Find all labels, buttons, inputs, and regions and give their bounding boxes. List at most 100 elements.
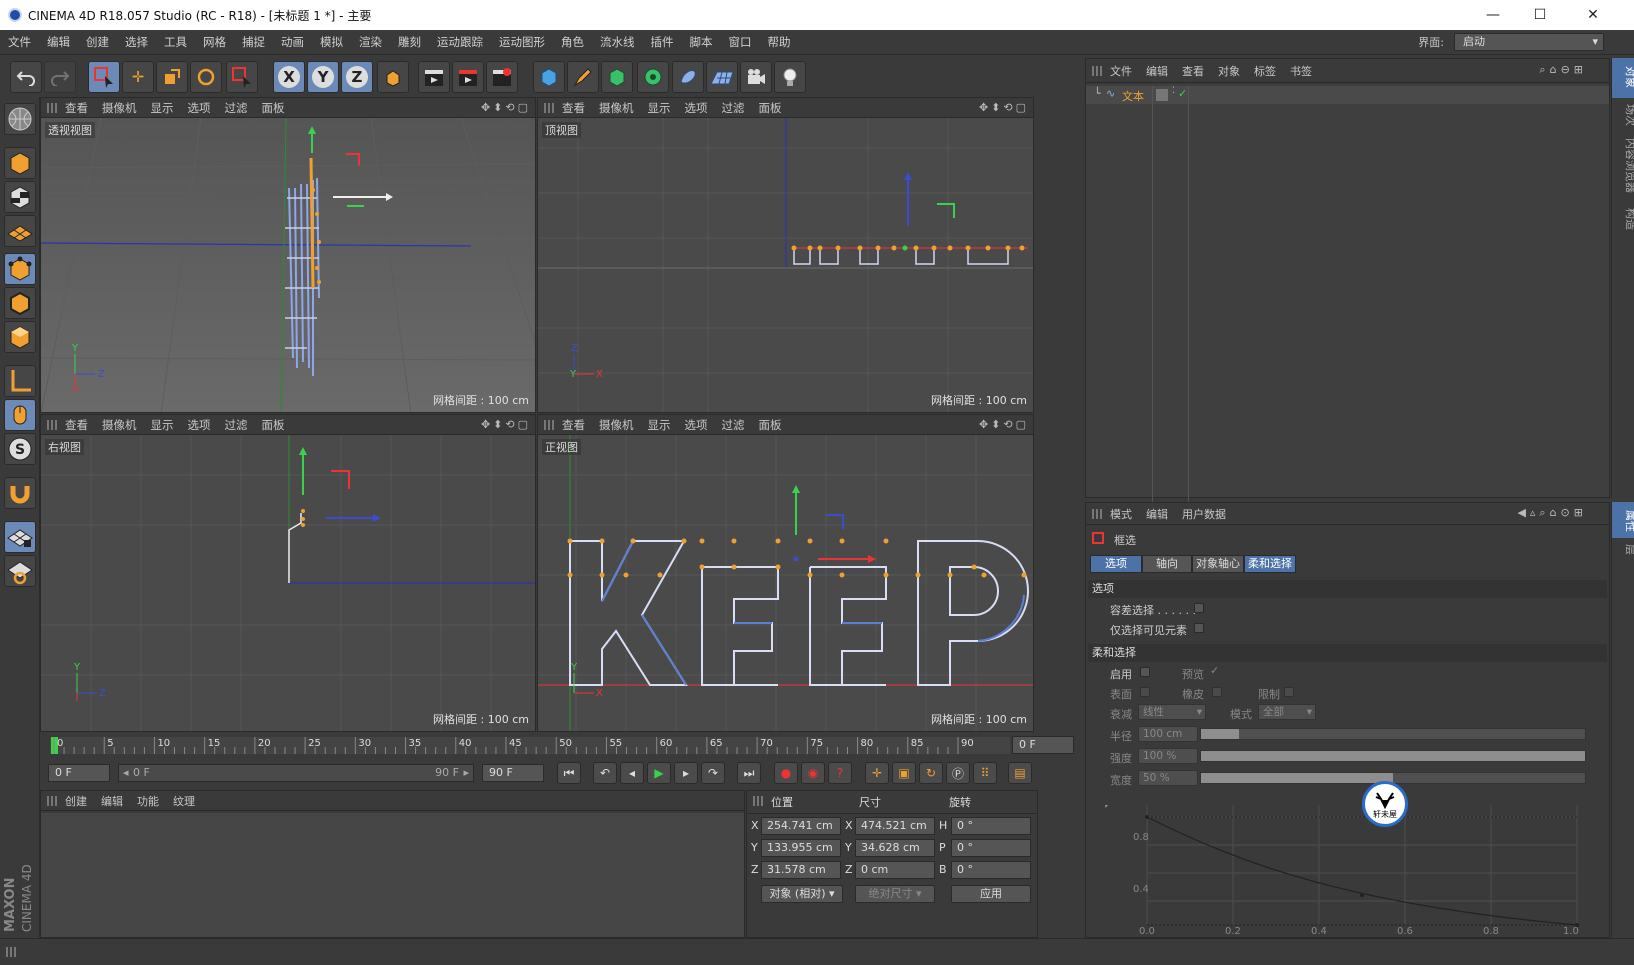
tab-object-axis[interactable]: 对象轴心 — [1192, 555, 1244, 573]
viewport-menu-panel[interactable]: 面板 — [759, 417, 782, 433]
object-toolbar-icons[interactable]: ⌕⌂⊖⊞ — [1539, 63, 1587, 77]
recent-tools-button[interactable] — [226, 61, 258, 93]
frame-range-slider[interactable]: ◂ 0 F 90 F ▸ — [118, 764, 474, 782]
workplane-mode-button[interactable] — [4, 215, 36, 247]
width-field[interactable]: 50 % — [1138, 770, 1198, 786]
next-frame-button[interactable]: ▸ — [674, 762, 698, 784]
mode-select[interactable]: 全部 ▾ — [1258, 704, 1316, 720]
viewport-menu-view[interactable]: 查看 — [65, 100, 88, 116]
attribute-menu-edit[interactable]: 编辑 — [1146, 506, 1168, 522]
object-menu-objects[interactable]: 对象 — [1218, 63, 1240, 79]
move-button[interactable]: ✛ — [122, 61, 154, 93]
add-spline-pen-button[interactable] — [567, 61, 599, 93]
coordinate-system-button[interactable] — [377, 61, 409, 93]
end-frame-field[interactable]: 90 F — [482, 764, 544, 782]
material-menu-texture[interactable]: 纹理 — [173, 793, 195, 809]
size-x-field[interactable]: 474.521 cm — [855, 817, 935, 835]
attribute-menu-mode[interactable]: 模式 — [1110, 506, 1132, 522]
add-floor-button[interactable] — [706, 61, 738, 93]
viewport-menu-panel[interactable]: 面板 — [759, 100, 782, 116]
menu-plugins[interactable]: 插件 — [643, 34, 682, 50]
close-button[interactable]: ✕ — [1570, 0, 1616, 30]
viewport-menu-options[interactable]: 选项 — [685, 100, 708, 116]
menu-character[interactable]: 角色 — [553, 34, 592, 50]
enabled-check-icon[interactable]: ✓ — [1178, 87, 1187, 100]
start-frame-field[interactable]: 0 F — [48, 764, 110, 782]
rotation-p-field[interactable]: 0 ° — [951, 839, 1031, 857]
go-to-previous-key-button[interactable]: ↶ — [593, 762, 617, 784]
rotation-b-field[interactable]: 0 ° — [951, 861, 1031, 879]
viewport-menu-camera[interactable]: 摄像机 — [599, 100, 634, 116]
tab-axis[interactable]: 轴向 — [1142, 555, 1192, 573]
viewport-menu-filter[interactable]: 过滤 — [722, 417, 745, 433]
add-cube-button[interactable] — [533, 61, 565, 93]
apply-button[interactable]: 应用 — [951, 885, 1031, 903]
viewport-menu-panel[interactable]: 面板 — [262, 417, 285, 433]
key-rotation-button[interactable]: ↻ — [919, 762, 943, 784]
autokey-button[interactable]: ◉ — [801, 762, 825, 784]
current-frame-field[interactable]: 0 F — [1012, 736, 1074, 754]
menu-animate[interactable]: 动画 — [273, 34, 312, 50]
size-mode-select[interactable]: 绝对尺寸 ▾ — [855, 885, 935, 903]
add-cloner-button[interactable] — [637, 61, 669, 93]
viewport-menu-filter[interactable]: 过滤 — [225, 417, 248, 433]
points-mode-button[interactable] — [4, 253, 36, 285]
keyframe-selection-button[interactable]: ? — [828, 762, 852, 784]
go-to-end-button[interactable]: ⏭ — [737, 762, 761, 784]
menu-motion-tracking[interactable]: 运动跟踪 — [429, 34, 491, 50]
snap-button[interactable]: S — [4, 433, 36, 465]
tolerant-selection-checkbox[interactable] — [1194, 603, 1204, 613]
viewport-menu-options[interactable]: 选项 — [188, 417, 211, 433]
viewport-menu-camera[interactable]: 摄像机 — [599, 417, 634, 433]
viewport-menu-filter[interactable]: 过滤 — [225, 100, 248, 116]
object-menu-view[interactable]: 查看 — [1182, 63, 1204, 79]
lock-x-axis-button[interactable]: X — [273, 61, 305, 93]
object-menu-file[interactable]: 文件 — [1110, 63, 1132, 79]
menu-select[interactable]: 选择 — [117, 34, 156, 50]
position-z-field[interactable]: 31.578 cm — [761, 861, 841, 879]
edges-mode-button[interactable] — [4, 287, 36, 319]
menu-create[interactable]: 创建 — [78, 34, 117, 50]
position-y-field[interactable]: 133.955 cm — [761, 839, 841, 857]
restrict-checkbox[interactable] — [1284, 687, 1294, 697]
attribute-toolbar-icons[interactable]: ◀▵⌕⌂⊙⊞ — [1517, 506, 1587, 520]
menu-mesh[interactable]: 网格 — [195, 34, 234, 50]
viewport-menu-display[interactable]: 显示 — [151, 417, 174, 433]
menu-script[interactable]: 脚本 — [682, 34, 721, 50]
viewport-front[interactable]: 查看 摄像机 显示 选项 过滤 面板 ✥⬍⟲▢ Y X 正视图 网格间距: 1… — [537, 414, 1034, 732]
undo-button[interactable] — [10, 61, 42, 93]
menu-snap[interactable]: 捕捉 — [234, 34, 273, 50]
menu-file[interactable]: 文件 — [0, 34, 39, 50]
render-view-button[interactable] — [418, 61, 450, 93]
material-menu-function[interactable]: 功能 — [137, 793, 159, 809]
only-visible-checkbox[interactable] — [1194, 623, 1204, 633]
viewport-menu-display[interactable]: 显示 — [648, 100, 671, 116]
viewport-menu-display[interactable]: 显示 — [648, 417, 671, 433]
viewport-navigation-icons[interactable]: ✥⬍⟲▢ — [481, 101, 531, 114]
layout-select[interactable]: 启动 ▾ — [1454, 33, 1604, 51]
viewport-menu-display[interactable]: 显示 — [151, 100, 174, 116]
menu-mograph[interactable]: 运动图形 — [491, 34, 553, 50]
planar-workplane-button[interactable] — [4, 555, 36, 587]
viewport-menu-camera[interactable]: 摄像机 — [102, 100, 137, 116]
rotate-button[interactable] — [190, 61, 222, 93]
rotation-h-field[interactable]: 0 ° — [951, 817, 1031, 835]
add-deformer-button[interactable] — [672, 61, 704, 93]
preview-check-icon[interactable]: ✓ — [1210, 664, 1219, 677]
size-y-field[interactable]: 34.628 cm — [855, 839, 935, 857]
redo-button[interactable] — [44, 61, 76, 93]
key-scale-button[interactable]: ▣ — [892, 762, 916, 784]
object-menu-bookmarks[interactable]: 书签 — [1290, 63, 1312, 79]
strength-slider[interactable] — [1200, 750, 1586, 762]
magnet-button[interactable] — [4, 477, 36, 509]
viewport-menu-options[interactable]: 选项 — [188, 100, 211, 116]
menu-pipeline[interactable]: 流水线 — [592, 34, 643, 50]
menu-edit[interactable]: 编辑 — [39, 34, 78, 50]
falloff-select[interactable]: 线性 ▾ — [1138, 704, 1206, 720]
lock-z-axis-button[interactable]: Z — [341, 61, 373, 93]
key-position-button[interactable]: ✛ — [865, 762, 889, 784]
enable-axis-button[interactable] — [4, 365, 36, 397]
record-keys-button[interactable]: ● — [774, 762, 798, 784]
object-row[interactable]: └ ∿ 文本 ⁚ ✓ — [1086, 86, 1609, 566]
key-point-level-button[interactable]: ⠿ — [973, 762, 997, 784]
